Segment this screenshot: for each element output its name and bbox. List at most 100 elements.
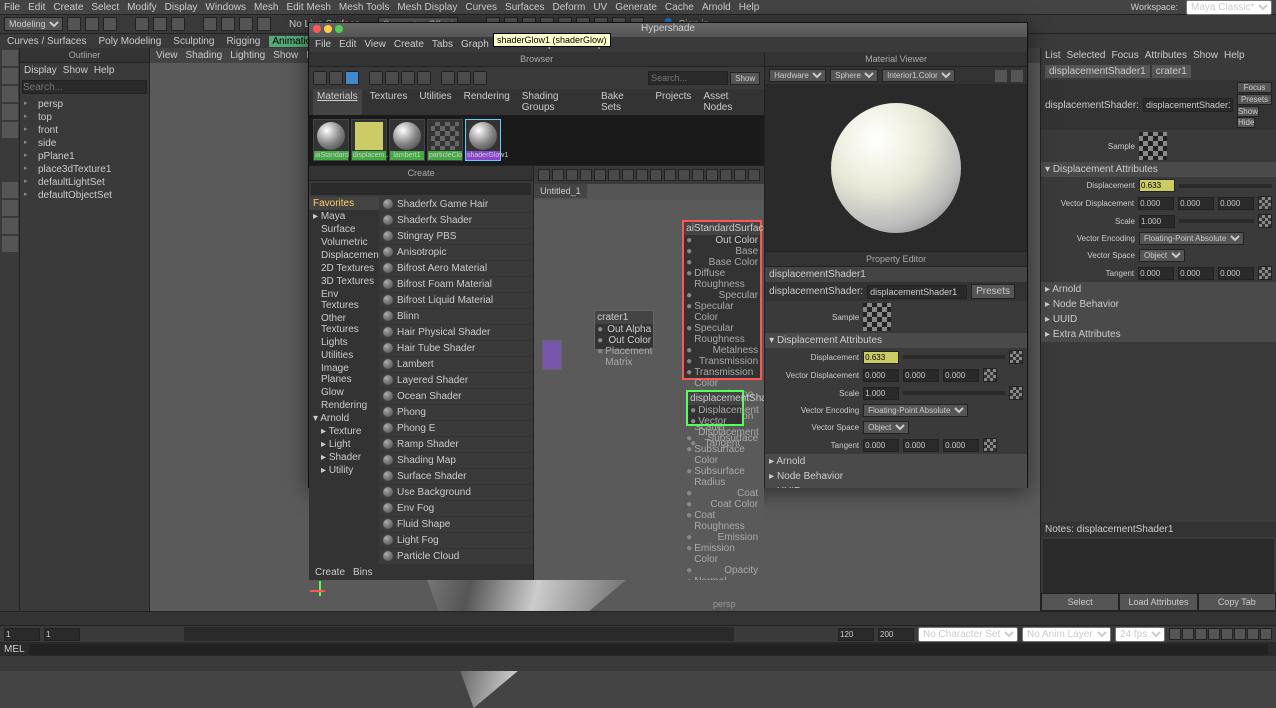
playback-icon[interactable] (1208, 628, 1220, 640)
stepfwd-icon[interactable] (1247, 628, 1259, 640)
browser-graph-icon[interactable] (369, 71, 383, 85)
cat-glow[interactable]: Glow (309, 386, 379, 399)
browser-output-icon[interactable] (401, 71, 415, 85)
mode-dropdown[interactable]: Modeling (4, 17, 63, 31)
browser-fwd-icon[interactable] (329, 71, 343, 85)
ng-icon[interactable] (734, 169, 746, 181)
node-aistandardsurface[interactable]: aiStandardSurface1 Out Color Base Base C… (682, 220, 762, 380)
cat-arnold-texture[interactable]: ▸ Texture (309, 425, 379, 438)
ae-displacement-input[interactable] (1139, 179, 1175, 192)
cat-rendering[interactable]: Rendering (309, 399, 379, 412)
workspace-dropdown[interactable]: Maya Classic* (1186, 0, 1272, 15)
shelf-tab-rigging[interactable]: Rigging (223, 36, 263, 47)
vp-menu-lighting[interactable]: Lighting (230, 50, 265, 61)
menu-select[interactable]: Select (91, 2, 119, 13)
move-tool-icon[interactable] (2, 86, 18, 102)
stepback-icon[interactable] (1182, 628, 1194, 640)
ae-map-icon[interactable] (1258, 266, 1272, 280)
browser-show-button[interactable]: Show (730, 72, 760, 85)
ae-menu-help[interactable]: Help (1224, 50, 1245, 61)
tl-animlayer-dropdown[interactable]: No Anim Layer (1022, 627, 1111, 642)
browser-back-icon[interactable] (313, 71, 327, 85)
mat-item[interactable]: Env Fog (379, 501, 533, 517)
mv-refresh-icon[interactable] (1011, 70, 1023, 82)
redo-icon[interactable] (103, 17, 117, 31)
ae-scale-slider[interactable] (1179, 219, 1254, 223)
pe-section-nodebehavior[interactable]: Node Behavior (765, 469, 1027, 484)
outliner-item-front[interactable]: front (22, 124, 147, 137)
ae-scale-input[interactable] (1139, 215, 1175, 228)
create-tab-create[interactable]: Create (315, 567, 345, 578)
mat-item[interactable]: Shaderfx Shader (379, 213, 533, 229)
node-displacementshader[interactable]: displacementShader1 Displacement Vector … (686, 390, 744, 426)
outliner-item-pplane[interactable]: pPlane1 (22, 150, 147, 163)
browser-tab-materials[interactable]: Materials (313, 89, 362, 115)
menu-help[interactable]: Help (739, 2, 760, 13)
save-icon[interactable] (67, 17, 81, 31)
ng-icon[interactable] (608, 169, 620, 181)
cmdline-input[interactable] (29, 644, 1268, 655)
lasso-tool-icon[interactable] (2, 68, 18, 84)
scale-tool-icon[interactable] (2, 122, 18, 138)
pe-tangent-x[interactable] (863, 439, 899, 452)
ae-vector-x[interactable] (1138, 197, 1174, 210)
ae-load-button[interactable]: Load Attributes (1119, 593, 1197, 611)
menu-meshdisplay[interactable]: Mesh Display (397, 2, 457, 13)
cat-surface[interactable]: Surface (309, 223, 379, 236)
menu-deform[interactable]: Deform (553, 2, 586, 13)
prevkey-icon[interactable] (1195, 628, 1207, 640)
outliner-item-objset[interactable]: defaultObjectSet (22, 189, 147, 202)
mv-env-dropdown[interactable]: Interior1.Color (882, 69, 955, 82)
pe-nodename-input[interactable] (867, 285, 967, 299)
menu-edit[interactable]: Edit (28, 2, 45, 13)
pe-map-icon[interactable] (1009, 350, 1023, 364)
ng-icon[interactable] (622, 169, 634, 181)
ng-icon[interactable] (580, 169, 592, 181)
menu-windows[interactable]: Windows (205, 2, 246, 13)
mat-item[interactable]: Phong E (379, 421, 533, 437)
pe-presets-button[interactable]: Presets (971, 284, 1015, 299)
mat-item[interactable]: Light Fog (379, 533, 533, 549)
mat-item[interactable]: Layered Shader (379, 373, 533, 389)
shelf-tab-sculpt[interactable]: Sculpting (170, 36, 217, 47)
mat-item[interactable]: Blinn (379, 309, 533, 325)
ng-icon[interactable] (664, 169, 676, 181)
ae-vector-z[interactable] (1218, 197, 1254, 210)
mat-item[interactable]: Use Background (379, 485, 533, 501)
outliner-search-input[interactable] (22, 80, 147, 94)
ae-encoding-dropdown[interactable]: Floating-Point Absolute (1139, 232, 1244, 245)
shelf-tab-poly[interactable]: Poly Modeling (95, 36, 164, 47)
cat-arnold[interactable]: ▾ Arnold (309, 412, 379, 425)
mat-item[interactable]: Stingray PBS (379, 229, 533, 245)
browser-clear-icon[interactable] (441, 71, 455, 85)
mat-item[interactable]: Fluid Shape (379, 517, 533, 533)
tl-end-input[interactable] (878, 628, 914, 641)
ae-vector-y[interactable] (1178, 197, 1214, 210)
swatch-displacement[interactable]: displacem... (351, 119, 387, 161)
pe-scale-slider[interactable] (903, 391, 1005, 395)
menu-cache[interactable]: Cache (665, 2, 694, 13)
cat-arnold-light[interactable]: ▸ Light (309, 438, 379, 451)
ng-icon[interactable] (594, 169, 606, 181)
vp-menu-view[interactable]: View (156, 50, 178, 61)
snap-grid-icon[interactable] (203, 17, 217, 31)
cat-imageplanes[interactable]: Image Planes (309, 362, 379, 386)
mv-pause-icon[interactable] (995, 70, 1007, 82)
ae-menu-attributes[interactable]: Attributes (1145, 50, 1187, 61)
mat-item[interactable]: Bifrost Aero Material (379, 261, 533, 277)
pe-section-arnold[interactable]: Arnold (765, 454, 1027, 469)
menu-curves[interactable]: Curves (465, 2, 497, 13)
ae-menu-list[interactable]: List (1045, 50, 1061, 61)
ng-icon[interactable] (692, 169, 704, 181)
outliner-item-lightset[interactable]: defaultLightSet (22, 176, 147, 189)
cat-2dtex[interactable]: 2D Textures (309, 262, 379, 275)
swatch-particlecloud[interactable]: particleClo (427, 119, 463, 161)
mat-item[interactable]: Hair Tube Shader (379, 341, 533, 357)
browser-tab-rendering[interactable]: Rendering (460, 89, 514, 115)
mat-item[interactable]: Phong (379, 405, 533, 421)
forward-icon[interactable] (1260, 628, 1272, 640)
pe-vector-y[interactable] (903, 369, 939, 382)
lasso-icon[interactable] (153, 17, 167, 31)
pe-displacement-slider[interactable] (903, 355, 1005, 359)
outliner-item-side[interactable]: side (22, 137, 147, 150)
